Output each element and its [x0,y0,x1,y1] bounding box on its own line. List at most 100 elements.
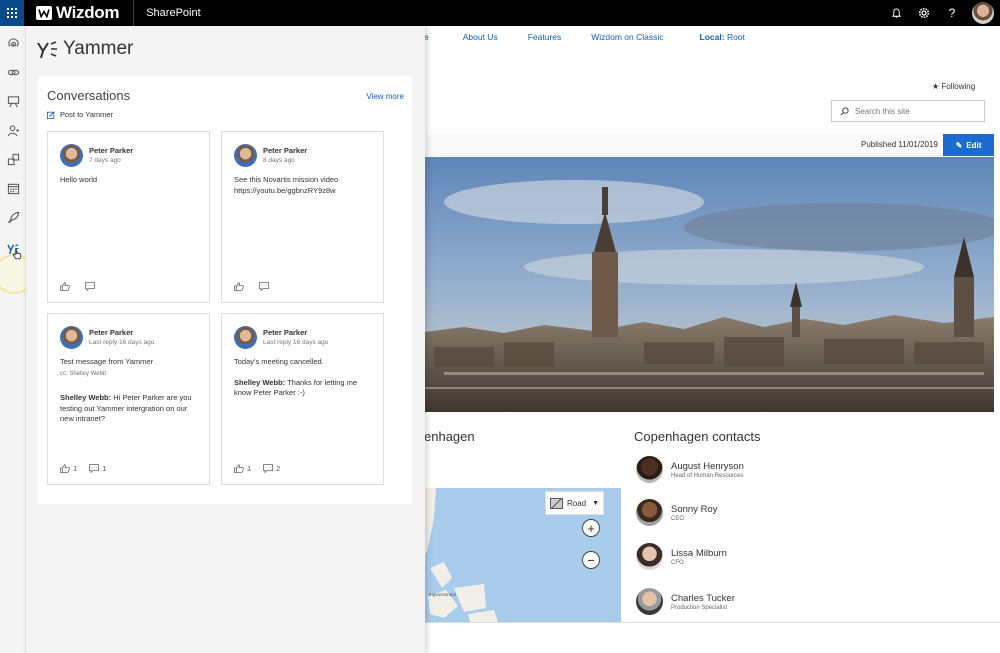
reply-button[interactable] [85,282,98,291]
map-style-label: Road [567,498,587,508]
bell-icon[interactable] [882,0,910,26]
like-button[interactable] [60,282,73,291]
conversation-post[interactable]: Peter Parker Last reply 16 days ago Test… [47,313,210,485]
nav-item-features[interactable]: Features [528,32,562,42]
nav-item-local[interactable]: Local: Root [700,32,745,42]
left-rail [0,26,34,653]
view-more-link[interactable]: View more [366,92,404,101]
map-widget[interactable]: Road ▼ + − Ingvarsstraen [424,488,621,622]
search-placeholder: Search this site [855,106,910,116]
nav-item-about[interactable]: About Us [463,32,498,42]
calendar-icon[interactable] [4,179,22,197]
chevron-down-icon: ▼ [592,499,600,507]
post-timestamp: Last reply 16 days ago [89,339,155,346]
map-zoom-out-button[interactable]: − [582,551,600,569]
map-place-label: Ingvarsstraen [429,592,457,597]
thumbs-up-icon [234,464,244,473]
reply-button[interactable]: 1 [89,464,106,473]
post-author[interactable]: Peter Parker [263,146,307,155]
post-to-yammer-label: Post to Yammer [60,110,114,119]
post-actions [60,282,110,291]
map-section-title: enhagen [424,429,475,444]
comment-icon [85,282,95,291]
post-cc: cc: Shelley Webb [60,370,107,377]
people-icon[interactable] [4,121,22,139]
divider [133,0,135,26]
reply-button[interactable] [259,282,272,291]
copenhagen-skyline-image [424,157,994,412]
like-button[interactable]: 1 [234,464,251,473]
contact-name: Sonny Roy [671,503,718,515]
post-text: See this Novartis mission video https://… [234,175,339,195]
post-author[interactable]: Peter Parker [89,328,133,337]
avatar [234,144,257,167]
like-count: 1 [73,464,78,473]
avatar[interactable] [972,2,994,24]
wizdom-logo-icon [36,6,52,20]
contact-photo [636,499,663,526]
yammer-logo-icon [37,41,57,59]
brand-logo[interactable]: Wizdom [36,3,120,23]
contact-name: August Henryson [671,460,744,472]
presentation-icon[interactable] [4,92,22,110]
search-icon [840,106,849,115]
cursor-hand-icon [8,245,26,263]
post-text: Today's meeting cancelled. [234,357,324,366]
nav-local-label: Local: [699,32,725,42]
like-button[interactable]: 1 [60,464,77,473]
map-zoom-in-button[interactable]: + [582,519,600,537]
avatar [60,144,83,167]
panel-title: Yammer [36,38,133,60]
contact-card[interactable]: Sonny Roy CEO [636,499,717,526]
contact-card[interactable]: August Henryson Head of Human Resources [636,456,744,483]
post-body: See this Novartis mission video https://… [234,175,376,196]
post-to-yammer-button[interactable]: Post to Yammer [47,110,113,119]
suite-bar: Wizdom SharePoint ? [0,0,1000,26]
contact-role: CEO [671,515,685,522]
yammer-panel: Yammer Conversations View more Post to Y… [26,26,425,653]
contact-name: Lissa Milburn [671,547,727,559]
comment-icon [89,464,100,473]
compose-icon [47,110,55,119]
pencil-icon: ✎ [955,140,963,150]
conversation-post[interactable]: Peter Parker 8 days ago See this Novarti… [221,131,384,303]
contact-name: Charles Tucker [671,592,735,604]
conversation-post[interactable]: Peter Parker Last reply 16 days ago Toda… [221,313,384,485]
map-style-select[interactable]: Road ▼ [545,491,604,515]
like-button[interactable] [234,282,247,291]
broadcast-icon[interactable] [4,34,22,52]
nav-local-value: Root [726,32,745,42]
site-navigation: e About Us Features Wizdom on Classic Lo… [424,32,775,42]
post-timestamp: 8 days ago [263,157,295,164]
post-author[interactable]: Peter Parker [89,146,133,155]
map-road-icon [550,497,563,509]
nav-item-classic[interactable]: Wizdom on Classic [591,32,663,42]
waffle-icon[interactable] [0,0,24,26]
contact-card[interactable]: Lissa Milburn CFO [636,543,727,570]
post-text: Hello world [60,175,98,184]
follow-button[interactable]: ★ Following [932,82,975,91]
contact-photo [636,588,663,615]
reply-author[interactable]: Shelley Webb: [60,393,111,402]
post-timestamp: 7 days ago [89,157,121,164]
gear-icon[interactable] [910,0,938,26]
apps-icon[interactable] [4,150,22,168]
contact-role: Production Specialist [671,604,728,611]
conversation-post[interactable]: Peter Parker 7 days ago Hello world [47,131,210,303]
avatar [234,326,257,349]
conversations-card: Conversations View more Post to Yammer P… [38,76,412,504]
reply-author[interactable]: Shelley Webb: [234,378,285,387]
post-body: Today's meeting cancelled. Shelley Webb:… [234,357,376,399]
suite-title[interactable]: SharePoint [146,7,200,19]
help-icon[interactable]: ? [938,0,966,26]
contact-card[interactable]: Charles Tucker Production Specialist [636,588,735,615]
post-actions: 1 1 [60,464,118,473]
links-icon[interactable] [4,63,22,81]
post-author[interactable]: Peter Parker [263,328,307,337]
edit-button[interactable]: ✎ Edit [943,134,994,156]
plus-icon: + [587,520,595,536]
rocket-icon[interactable] [4,208,22,226]
reply-count: 2 [276,464,281,473]
reply-button[interactable]: 2 [263,464,280,473]
site-search[interactable]: Search this site [831,100,985,122]
